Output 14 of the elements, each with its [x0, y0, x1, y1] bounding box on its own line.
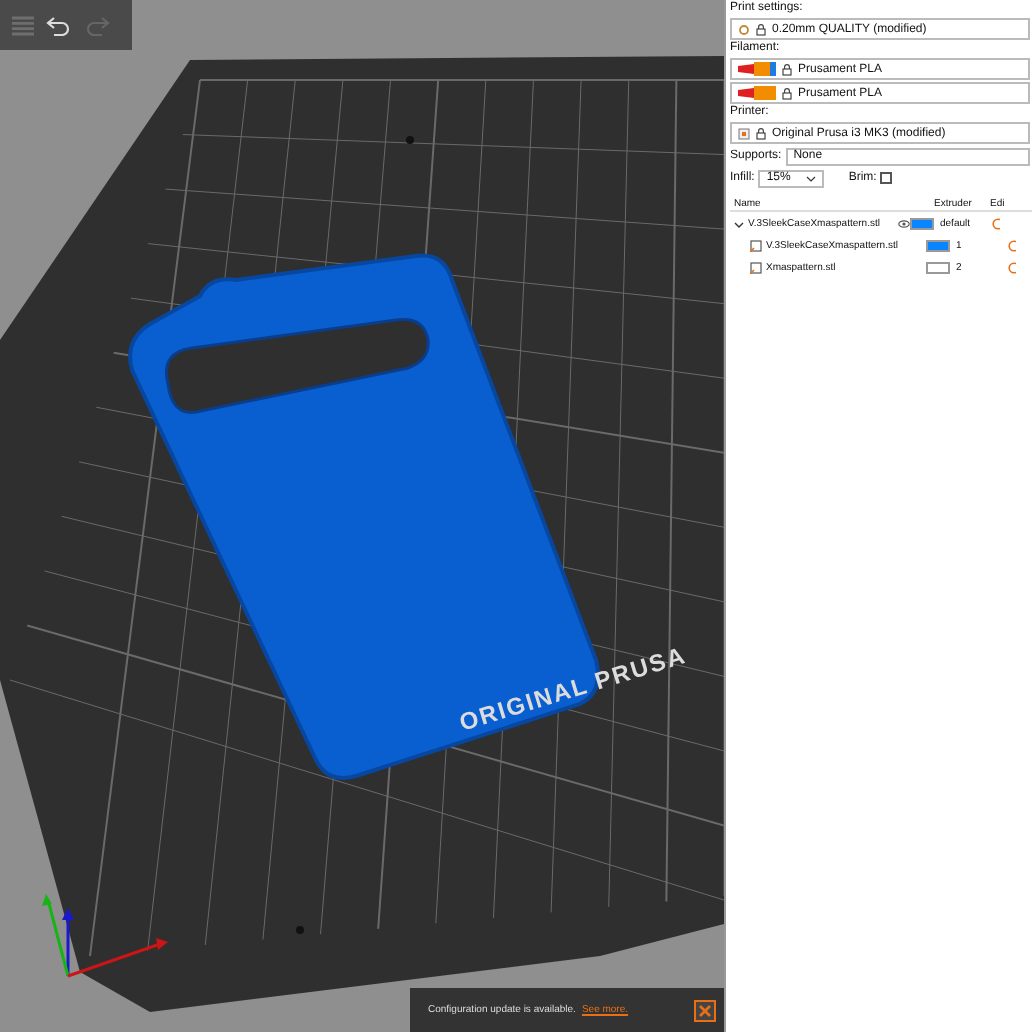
lock-icon [782, 87, 792, 99]
lock-icon [756, 127, 766, 139]
printer-icon [738, 127, 750, 139]
lock-icon [756, 23, 766, 35]
eye-icon[interactable] [898, 220, 910, 228]
axes-drawing [42, 894, 168, 978]
chevron-icon[interactable] [806, 175, 817, 181]
part-icon [750, 240, 762, 252]
lock-icon [782, 63, 792, 75]
undo-icon[interactable] [46, 15, 72, 35]
expander-icon[interactable] [734, 219, 744, 229]
part-icon [750, 262, 762, 274]
brim-checkbox[interactable] [880, 172, 893, 184]
close-button[interactable] [694, 999, 716, 1021]
